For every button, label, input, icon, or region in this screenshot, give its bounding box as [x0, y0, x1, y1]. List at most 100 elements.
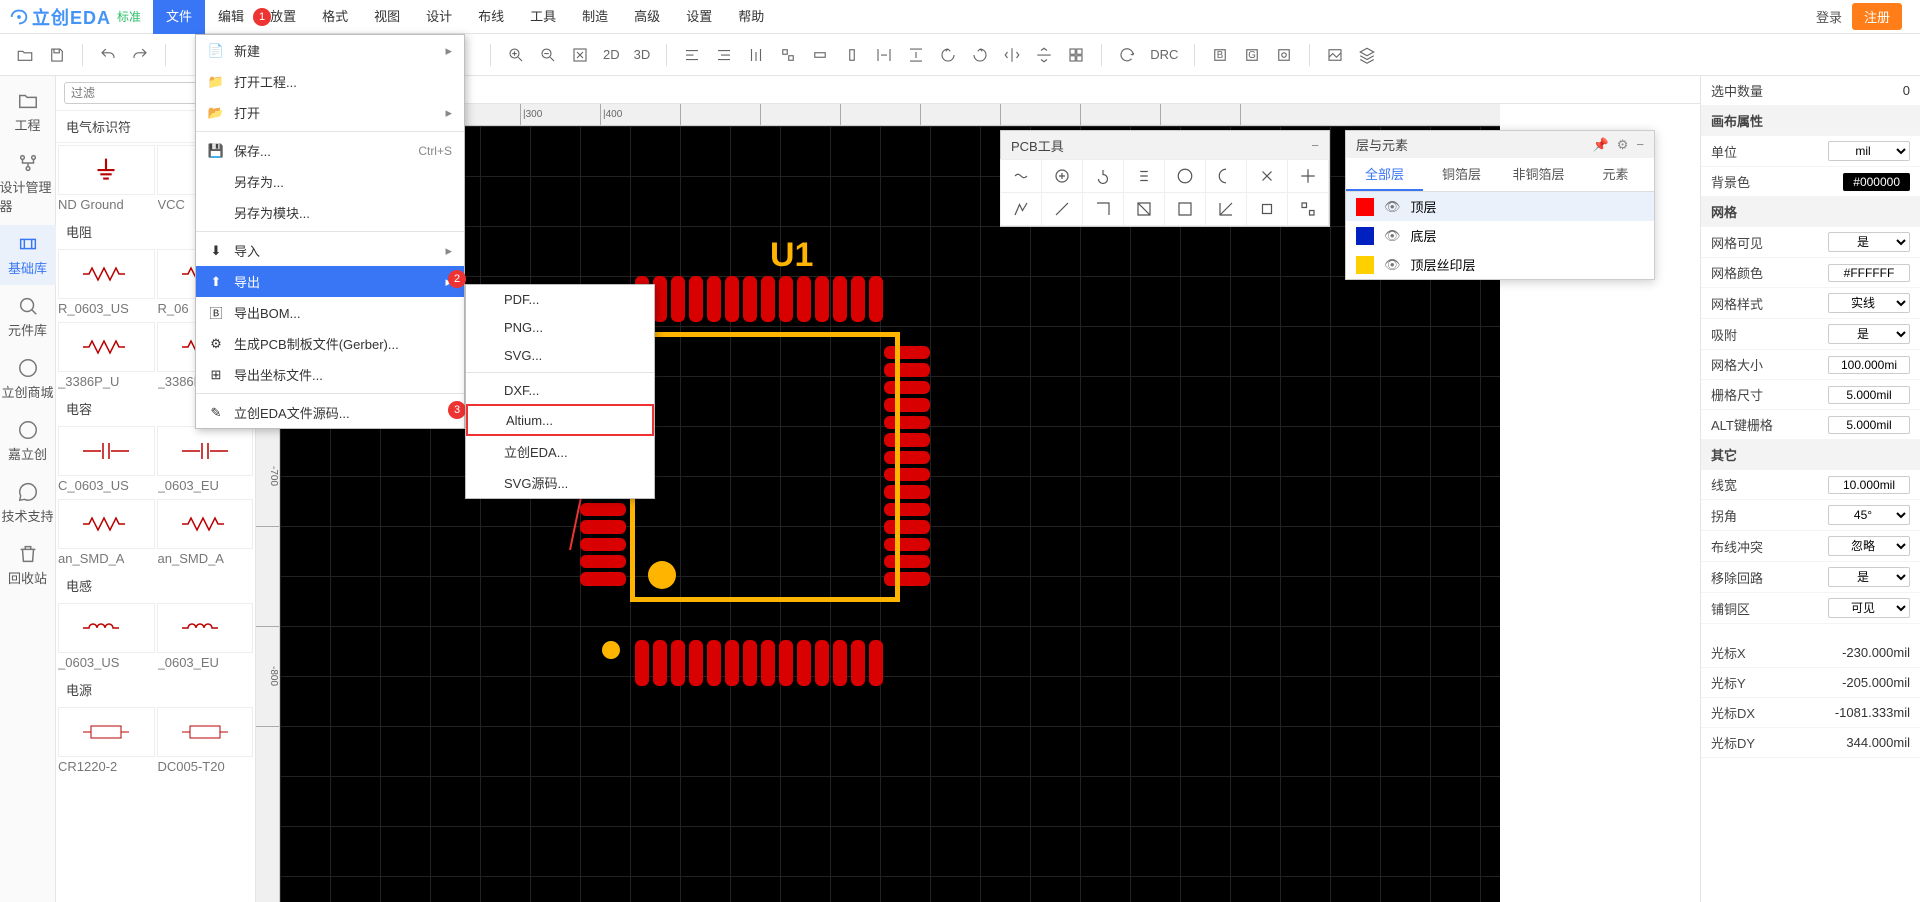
eye-icon[interactable]: 👁 — [1384, 199, 1401, 215]
chip-pin[interactable] — [653, 276, 667, 322]
chip-pin[interactable] — [761, 640, 775, 686]
chip-pin[interactable] — [815, 640, 829, 686]
chip-pin[interactable] — [707, 276, 721, 322]
minimize-icon[interactable]: − — [1636, 137, 1644, 153]
sidebar-item-basic-lib[interactable]: 基础库 — [0, 225, 56, 285]
component-thumb[interactable] — [58, 707, 155, 757]
chip-pin[interactable] — [869, 640, 883, 686]
layer-color-swatch[interactable] — [1356, 256, 1374, 274]
layers-tab-noncopper[interactable]: 非铜箔层 — [1500, 158, 1577, 191]
menu-file[interactable]: 文件 — [153, 0, 205, 34]
component-thumb[interactable] — [157, 499, 254, 549]
sidebar-item-jlc[interactable]: 嘉立创 — [0, 411, 56, 471]
chip-pin[interactable] — [671, 276, 685, 322]
pcb-tool-6[interactable] — [1246, 159, 1288, 193]
chip-pin[interactable] — [580, 503, 626, 516]
tb-flip2-icon[interactable] — [1031, 42, 1057, 68]
tb-align6-icon[interactable] — [839, 42, 865, 68]
tb-dist1-icon[interactable] — [871, 42, 897, 68]
chip-pin[interactable] — [761, 276, 775, 322]
pcb-tool-13[interactable] — [1205, 192, 1247, 226]
chip-pin[interactable] — [580, 520, 626, 533]
component-thumb[interactable] — [157, 707, 254, 757]
chip-pin[interactable] — [851, 276, 865, 322]
tb-flip1-icon[interactable] — [999, 42, 1025, 68]
chip-pin[interactable] — [779, 640, 793, 686]
chip-pin[interactable] — [851, 640, 865, 686]
file-menu-item[interactable]: ⊞导出坐标文件... — [196, 359, 464, 390]
tb-layers-icon[interactable] — [1354, 42, 1380, 68]
menu-edit[interactable]: 编辑 — [205, 0, 257, 34]
tb-g-icon[interactable]: G — [1239, 42, 1265, 68]
file-menu-item[interactable]: ⬆导出▸2 — [196, 266, 464, 297]
tb-refresh-icon[interactable] — [1114, 42, 1140, 68]
chip-pin[interactable] — [725, 276, 739, 322]
pcb-tool-5[interactable] — [1205, 159, 1247, 193]
pcb-tool-2[interactable] — [1082, 159, 1124, 193]
export-menu-item[interactable]: SVG... — [466, 341, 654, 369]
tb-b-icon[interactable]: B — [1207, 42, 1233, 68]
menu-route[interactable]: 布线 — [465, 0, 517, 34]
prop-select[interactable]: 45° — [1828, 505, 1910, 525]
chip-pin[interactable] — [671, 640, 685, 686]
component-thumb[interactable] — [157, 426, 254, 476]
component-thumb[interactable] — [58, 249, 155, 299]
menu-advanced[interactable]: 高级 — [621, 0, 673, 34]
file-menu-item[interactable]: 📂打开▸ — [196, 97, 464, 128]
menu-format[interactable]: 格式 — [309, 0, 361, 34]
menu-tools[interactable]: 工具 — [517, 0, 569, 34]
pcb-tool-15[interactable] — [1287, 192, 1329, 226]
pcb-tool-9[interactable] — [1041, 192, 1083, 226]
layer-row[interactable]: 👁顶层 — [1346, 192, 1654, 221]
tb-zoomin-icon[interactable] — [503, 42, 529, 68]
chip-pin[interactable] — [815, 276, 829, 322]
tb-dist2-icon[interactable] — [903, 42, 929, 68]
layer-row[interactable]: 👁底层 — [1346, 221, 1654, 250]
chip-pin[interactable] — [635, 640, 649, 686]
pin-icon[interactable]: 📌 — [1593, 137, 1609, 153]
component-thumb[interactable] — [58, 145, 155, 195]
menu-view[interactable]: 视图 — [361, 0, 413, 34]
sidebar-item-trash[interactable]: 回收站 — [0, 535, 56, 595]
export-menu-item[interactable]: SVG源码... — [466, 467, 654, 498]
component-thumb[interactable] — [58, 603, 155, 653]
prop-select[interactable]: 是 — [1828, 567, 1910, 587]
tb-3d[interactable]: 3D — [630, 47, 655, 62]
chip-pin[interactable] — [869, 276, 883, 322]
tb-rot1-icon[interactable] — [935, 42, 961, 68]
pcb-tool-3[interactable] — [1123, 159, 1165, 193]
tb-open-icon[interactable] — [12, 42, 38, 68]
tb-align2-icon[interactable] — [711, 42, 737, 68]
layers-header[interactable]: 层与元素 📌 ⚙ − — [1346, 131, 1654, 158]
prop-select[interactable]: 忽略 — [1828, 536, 1910, 556]
chip-pin[interactable] — [689, 640, 703, 686]
sidebar-item-design-manager[interactable]: 设计管理器 — [0, 144, 56, 223]
prop-select[interactable]: 是 — [1828, 324, 1910, 344]
prop-input[interactable] — [1828, 416, 1910, 434]
layer-color-swatch[interactable] — [1356, 198, 1374, 216]
tb-grid-icon[interactable] — [1063, 42, 1089, 68]
menu-fabricate[interactable]: 制造 — [569, 0, 621, 34]
chip-pin[interactable] — [743, 276, 757, 322]
sidebar-item-lcsc[interactable]: 立创商城 — [0, 349, 56, 409]
prop-color-chip[interactable]: #000000 — [1843, 173, 1910, 191]
pcb-tool-12[interactable] — [1164, 192, 1206, 226]
prop-input[interactable] — [1828, 476, 1910, 494]
tb-save-icon[interactable] — [44, 42, 70, 68]
tb-redo-icon[interactable] — [127, 42, 153, 68]
component-thumb[interactable] — [157, 603, 254, 653]
tb-2d[interactable]: 2D — [599, 47, 624, 62]
chip-pin[interactable] — [580, 572, 626, 585]
tb-align-icon[interactable] — [679, 42, 705, 68]
file-menu-item[interactable]: ⬇导入▸ — [196, 235, 464, 266]
file-menu-item[interactable]: 🄱导出BOM... — [196, 297, 464, 328]
pcb-tool-8[interactable] — [1000, 192, 1042, 226]
file-menu-item[interactable]: 📄新建▸ — [196, 35, 464, 66]
component-thumb[interactable] — [58, 426, 155, 476]
file-menu-item[interactable]: 📁打开工程... — [196, 66, 464, 97]
register-button[interactable]: 注册 — [1852, 3, 1902, 30]
sidebar-item-support[interactable]: 技术支持 — [0, 473, 56, 533]
export-menu-item[interactable]: PNG... — [466, 313, 654, 341]
pcb-tools-panel[interactable]: PCB工具 − — [1000, 130, 1330, 227]
sidebar-item-project[interactable]: 工程 — [0, 82, 56, 142]
